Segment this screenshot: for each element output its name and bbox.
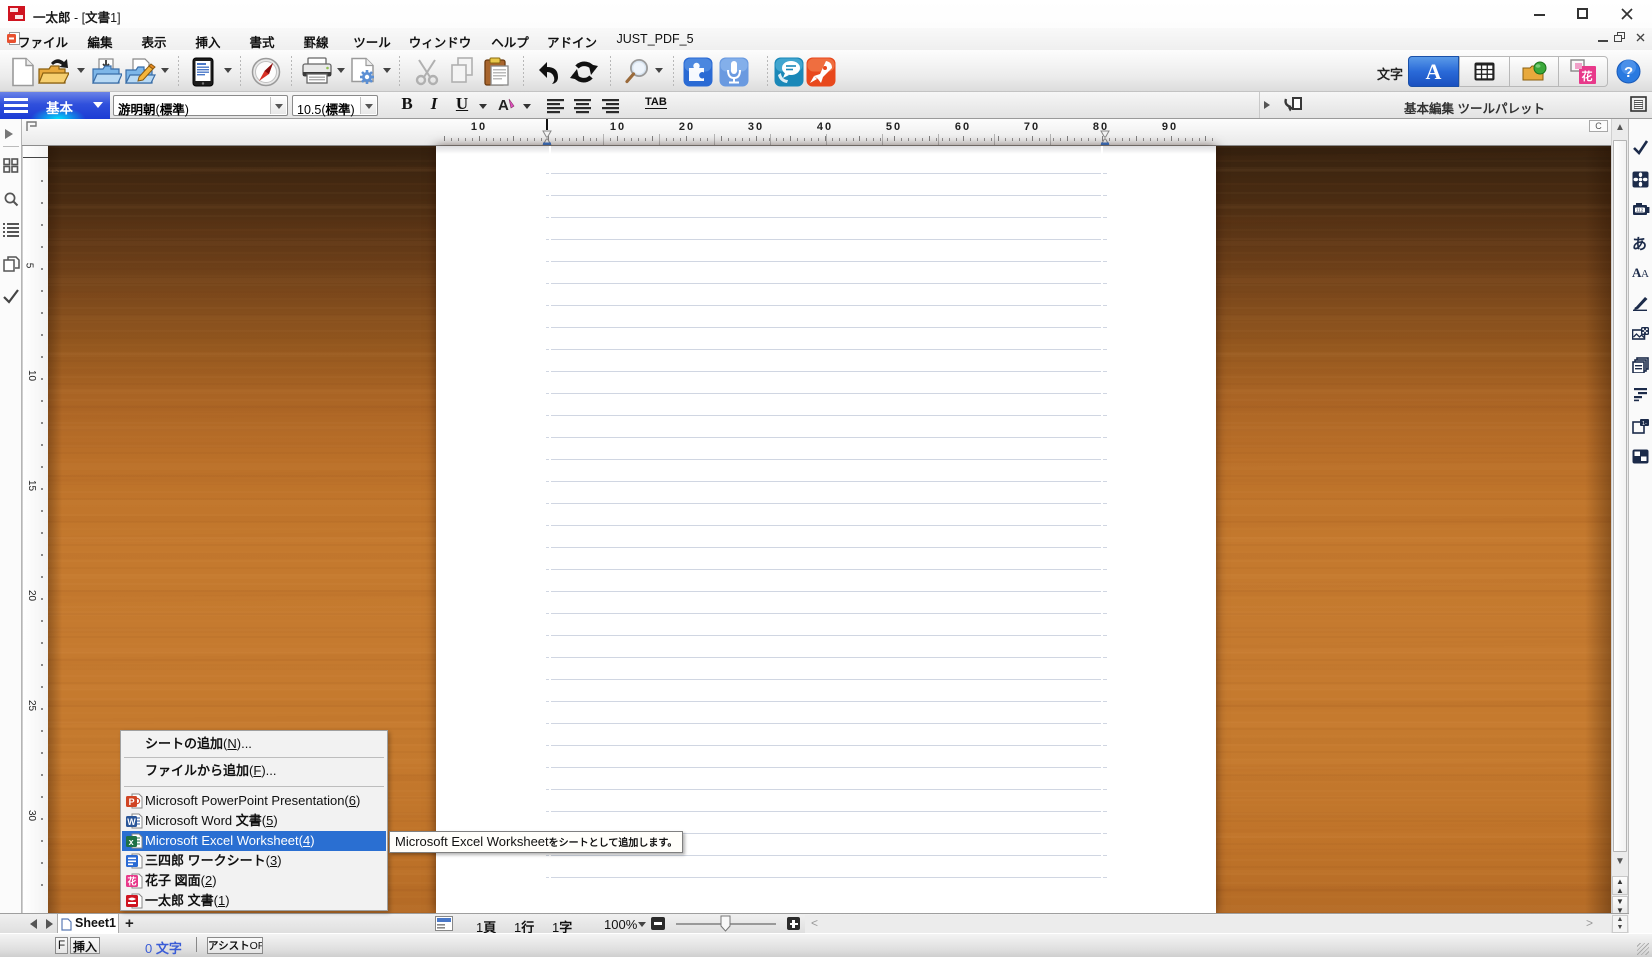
svg-text:?: ? xyxy=(1624,64,1633,81)
svg-text:112: 112 xyxy=(1636,208,1644,213)
svg-text:A: A xyxy=(498,97,509,114)
svg-text:花: 花 xyxy=(128,876,137,887)
svg-text:A: A xyxy=(1641,268,1649,279)
svg-text:W: W xyxy=(127,817,136,827)
svg-text:花: 花 xyxy=(1582,69,1593,83)
svg-text:P: P xyxy=(129,797,135,807)
svg-text:x: x xyxy=(129,837,134,847)
svg-text:1-: 1- xyxy=(1642,421,1647,427)
